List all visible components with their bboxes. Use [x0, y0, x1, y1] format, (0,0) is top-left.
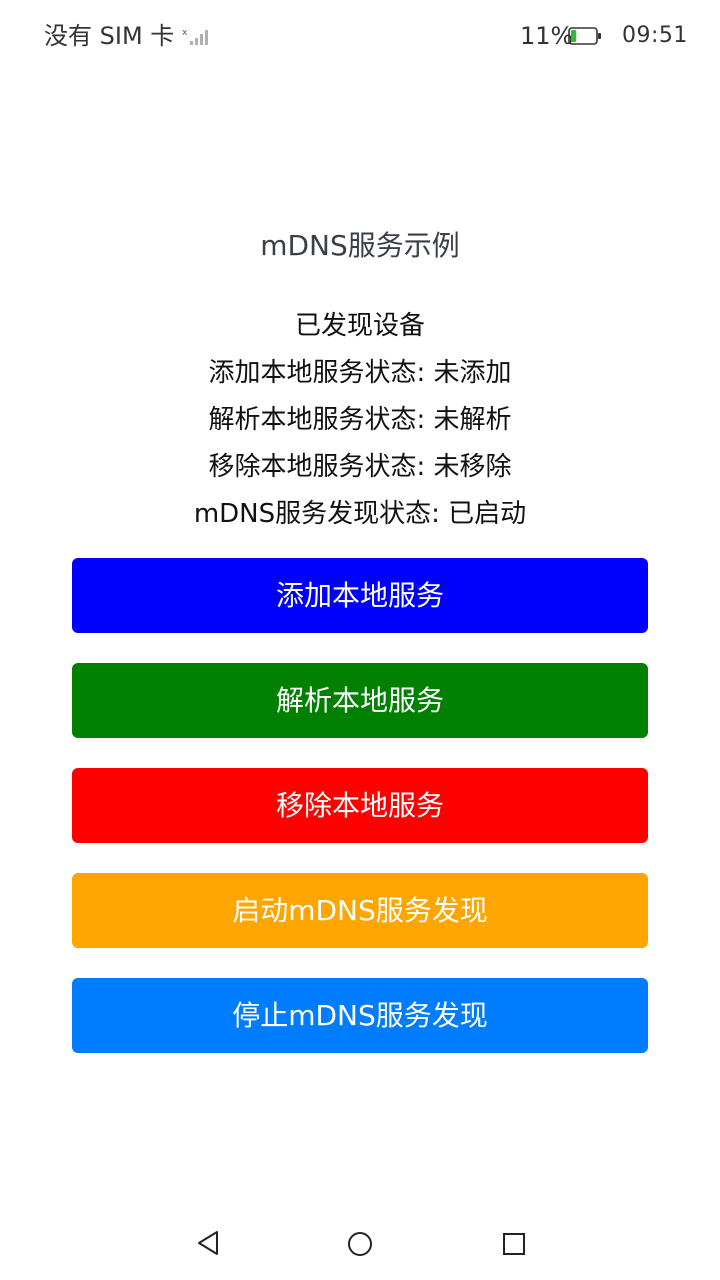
- status-block: 已发现设备 添加本地服务状态: 未添加 解析本地服务状态: 未解析 移除本地服务…: [0, 303, 720, 538]
- recent-apps-icon[interactable]: [502, 1232, 526, 1256]
- discovery-status: mDNS服务发现状态: 已启动: [193, 499, 527, 529]
- battery-icon: [568, 27, 601, 45]
- signal-icon: x: [182, 28, 208, 45]
- screen: 没有 SIM 卡 x 11% 09:51 mDNS服务示例 已发现设备 添加本地…: [0, 0, 720, 1280]
- add-local-service-button[interactable]: 添加本地服务: [72, 558, 648, 633]
- navigation-bar: [0, 1208, 720, 1280]
- page-title: mDNS服务示例: [260, 229, 460, 262]
- back-icon[interactable]: [196, 1230, 220, 1256]
- start-discovery-button[interactable]: 启动mDNS服务发现: [72, 873, 648, 948]
- remove-service-status: 移除本地服务状态: 未移除: [208, 452, 512, 482]
- status-bar: 没有 SIM 卡 x 11% 09:51: [0, 0, 720, 72]
- clock: 09:51: [622, 23, 688, 48]
- resolve-local-service-button[interactable]: 解析本地服务: [72, 663, 648, 738]
- home-icon[interactable]: [347, 1231, 373, 1257]
- carrier-label: 没有 SIM 卡: [44, 22, 175, 50]
- stop-discovery-button[interactable]: 停止mDNS服务发现: [72, 978, 648, 1053]
- battery-percent: 11%: [520, 22, 574, 50]
- discovered-devices-label: 已发现设备: [294, 311, 425, 341]
- add-service-status: 添加本地服务状态: 未添加: [208, 358, 512, 388]
- resolve-service-status: 解析本地服务状态: 未解析: [208, 405, 512, 435]
- remove-local-service-button[interactable]: 移除本地服务: [72, 768, 648, 843]
- svg-text:x: x: [182, 28, 188, 38]
